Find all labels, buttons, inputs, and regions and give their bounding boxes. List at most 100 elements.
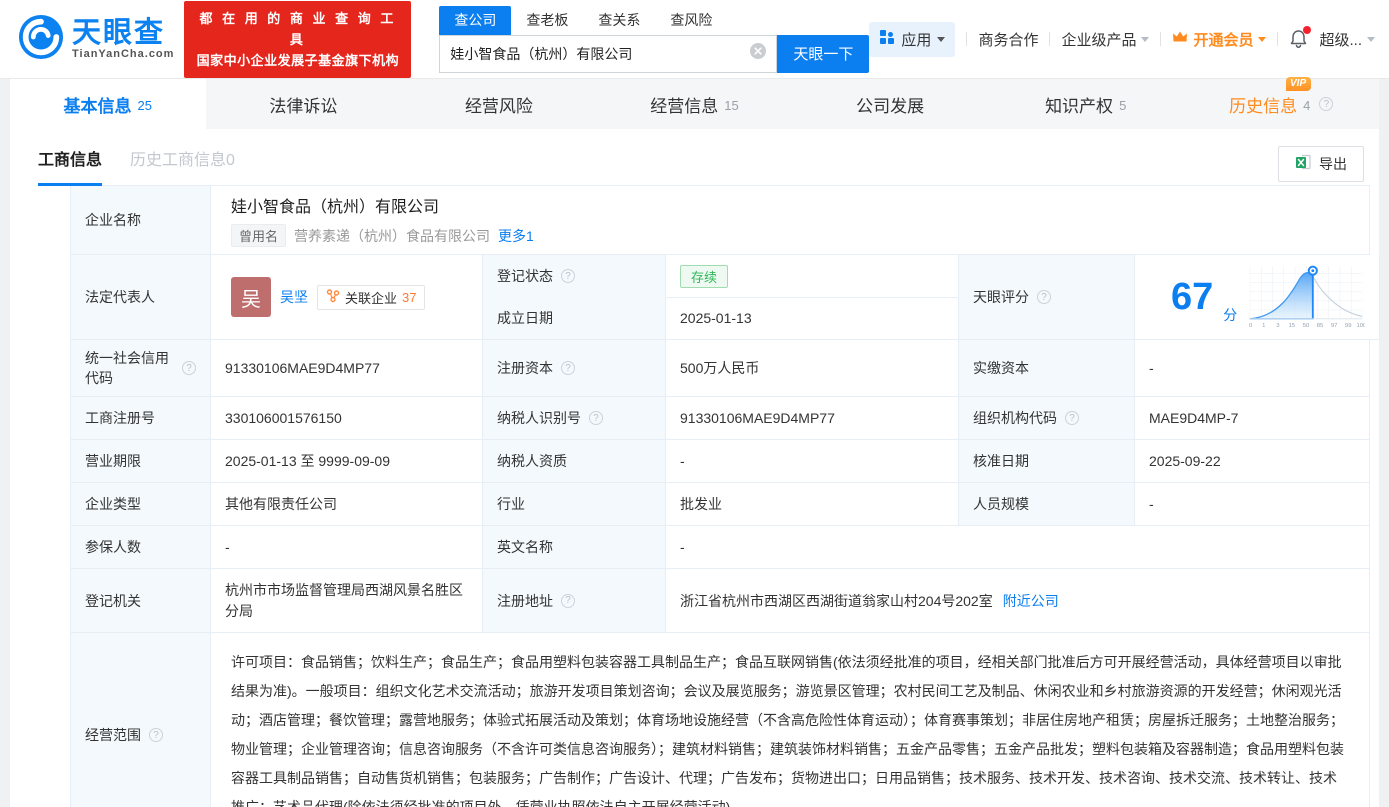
search-input[interactable] (450, 46, 750, 62)
reg-number-value: 330106001576150 (211, 397, 483, 440)
more-former-names-link[interactable]: 更多1 (498, 226, 534, 246)
subtab-business-registration[interactable]: 工商信息 (38, 146, 102, 186)
search-tab-boss[interactable]: 查老板 (511, 6, 583, 35)
svg-text:100: 100 (1357, 323, 1366, 329)
tab-operation-info[interactable]: 经营信息 15 (597, 79, 793, 129)
help-icon[interactable] (1065, 411, 1079, 425)
english-name-label: 英文名称 (483, 526, 666, 569)
related-companies-badge[interactable]: 关联企业 37 (317, 285, 425, 310)
crown-icon (1172, 30, 1188, 48)
tab-intellectual-property[interactable]: 知识产权 5 (988, 79, 1184, 129)
export-label: 导出 (1319, 154, 1347, 174)
nav-open-vip[interactable]: 开通会员 (1172, 29, 1266, 50)
tab-label: 经营信息 (650, 92, 718, 117)
reg-authority-label: 登记机关 (71, 569, 211, 633)
org-code-label: 组织机构代码 (959, 397, 1135, 440)
tab-operation-risk[interactable]: 经营风险 (401, 79, 597, 129)
tab-history-info[interactable]: 历史信息 VIP 4 (1183, 79, 1379, 129)
nav-business-cooperation[interactable]: 商务合作 (978, 29, 1038, 50)
brand-name: 天眼查 (72, 18, 174, 48)
company-name: 娃小智食品（杭州）有限公司 (231, 193, 439, 217)
legal-rep-link[interactable]: 吴坚 (280, 287, 308, 307)
insured-count-label: 参保人数 (71, 526, 211, 569)
tab-label: 历史信息 (1229, 92, 1297, 117)
score-unit: 分 (1223, 305, 1237, 325)
tab-basic-info[interactable]: 基本信息 25 (10, 79, 206, 129)
nav-enterprise-products[interactable]: 企业级产品 (1061, 29, 1149, 50)
tab-count: 4 (1303, 98, 1310, 113)
paid-capital-label: 实缴资本 (959, 340, 1135, 397)
industry-label: 行业 (483, 483, 666, 526)
nearby-companies-link[interactable]: 附近公司 (1003, 591, 1059, 611)
logo[interactable]: 天眼查 TianYanCha.com (18, 14, 174, 65)
table-row: 经营范围 许可项目：食品销售；饮料生产；食品生产；食品用塑料包装容器工具制品生产… (71, 633, 1370, 807)
company-type-label: 企业类型 (71, 483, 211, 526)
help-icon[interactable] (182, 361, 196, 375)
business-scope-value: 许可项目：食品销售；饮料生产；食品生产；食品用塑料包装容器工具制品生产；食品互联… (211, 633, 1370, 807)
reg-capital-label: 注册资本 (483, 340, 666, 397)
search-tab-company[interactable]: 查公司 (439, 6, 511, 35)
divider (966, 32, 967, 46)
table-row: 工商注册号 330106001576150 纳税人识别号 91330106MAE… (71, 397, 1370, 440)
topbar: 天眼查 TianYanCha.com 都 在 用 的 商 业 查 询 工 具 国… (0, 0, 1389, 79)
reg-status-label: 登记状态 (483, 255, 666, 298)
reg-status-cell: 存续 (666, 255, 959, 298)
help-icon[interactable] (589, 411, 603, 425)
page: 天眼查 TianYanCha.com 都 在 用 的 商 业 查 询 工 具 国… (0, 0, 1389, 807)
insured-count-value: - (211, 526, 483, 569)
search-tab-risk[interactable]: 查风险 (655, 6, 727, 35)
subtab-history-registration[interactable]: 历史工商信息0 (130, 146, 235, 186)
tab-label: 公司发展 (856, 92, 924, 117)
tab-label: 法律诉讼 (269, 92, 337, 117)
score-distribution-chart: 0 1 3 15 50 85 97 99 100 (1247, 264, 1365, 330)
tab-count: 25 (138, 98, 152, 113)
table-row: 企业名称 娃小智食品（杭州）有限公司 曾用名 营养素递（杭州）食品有限公司 更多… (71, 186, 1370, 255)
staff-size-value: - (1135, 483, 1370, 526)
business-term-label: 营业期限 (71, 440, 211, 483)
tab-company-development[interactable]: 公司发展 (792, 79, 988, 129)
table-row: 统一社会信用代码 91330106MAE9D4MP77 注册资本 500万人民币… (71, 340, 1370, 397)
tab-legal-litigation[interactable]: 法律诉讼 (206, 79, 402, 129)
former-name-tag: 曾用名 (231, 224, 286, 247)
notification-dot (1303, 26, 1311, 34)
help-icon[interactable] (561, 269, 575, 283)
help-icon[interactable] (1037, 290, 1051, 304)
business-term-value: 2025-01-13 至 9999-09-09 (211, 440, 483, 483)
clear-icon[interactable] (750, 43, 766, 64)
related-count: 37 (402, 290, 416, 305)
industry-value: 批发业 (666, 483, 959, 526)
business-info-table: 企业名称 娃小智食品（杭州）有限公司 曾用名 营养素递（杭州）食品有限公司 更多… (70, 185, 1370, 807)
help-icon[interactable] (149, 728, 163, 742)
svg-text:1: 1 (1262, 323, 1265, 329)
help-icon[interactable] (561, 594, 575, 608)
export-button[interactable]: 导出 (1278, 146, 1364, 182)
help-icon[interactable] (1319, 97, 1333, 111)
chevron-down-icon (1141, 37, 1149, 46)
business-scope-label: 经营范围 (71, 633, 211, 807)
related-label: 关联企业 (345, 288, 397, 307)
nav-super-account[interactable]: 超级... (1319, 29, 1375, 50)
apps-menu[interactable]: 应用 (869, 22, 955, 57)
tianyancha-logo-icon (18, 14, 64, 65)
score-cell: 67 分 (1135, 255, 1380, 340)
company-name-label: 企业名称 (71, 186, 211, 255)
reg-address-cell: 浙江省杭州市西湖区西湖街道翁家山村204号202室 附近公司 (666, 569, 1370, 633)
search-tab-relation[interactable]: 查关系 (583, 6, 655, 35)
credit-code-value: 91330106MAE9D4MP77 (211, 340, 483, 397)
company-detail-tabs: 基本信息 25 法律诉讼 经营风险 经营信息 15 公司发展 知识产权 5 历史… (10, 79, 1379, 129)
svg-text:0: 0 (1249, 323, 1253, 329)
search-button[interactable]: 天眼一下 (777, 35, 869, 73)
avatar[interactable]: 吴 (231, 277, 271, 317)
establish-date-label: 成立日期 (483, 297, 666, 340)
score-label: 天眼评分 (959, 255, 1135, 340)
org-code-value: MAE9D4MP-7 (1135, 397, 1370, 440)
network-icon (326, 289, 340, 306)
status-badge: 存续 (680, 265, 728, 288)
company-type-value: 其他有限责任公司 (211, 483, 483, 526)
notification-bell[interactable] (1289, 29, 1308, 49)
top-nav: 应用 商务合作 企业级产品 开通会员 (869, 22, 1389, 57)
help-icon[interactable] (561, 361, 575, 375)
search-area: 查公司 查老板 查关系 查风险 天眼一下 (439, 6, 869, 73)
search-box (439, 35, 777, 73)
svg-text:3: 3 (1277, 323, 1281, 329)
